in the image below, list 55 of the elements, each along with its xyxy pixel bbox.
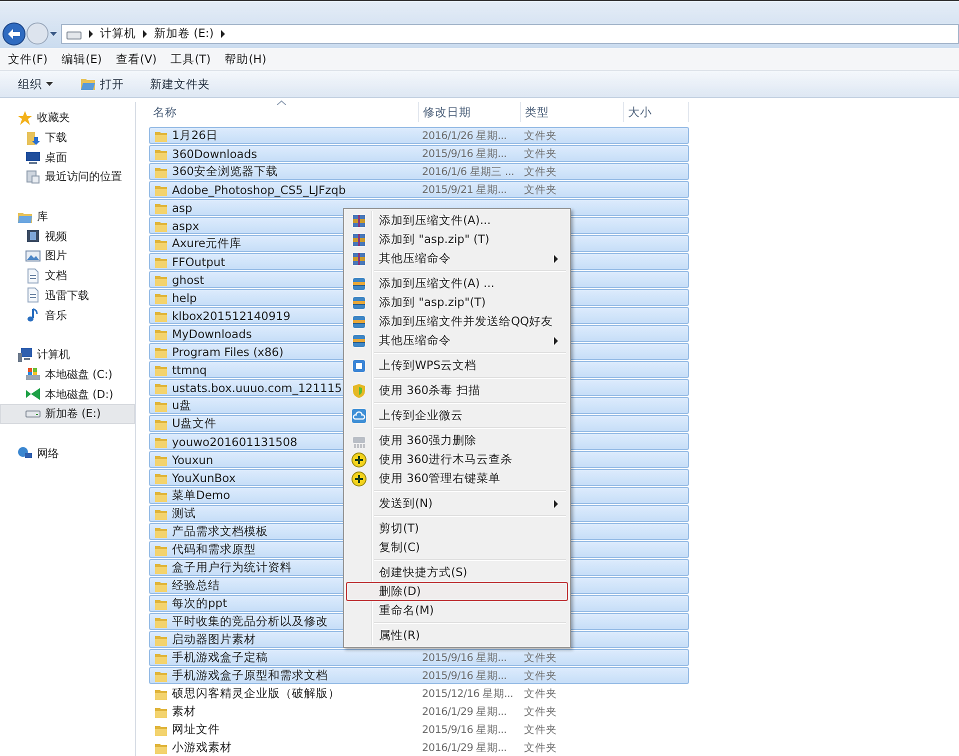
file-date: 2016/1/26 星期... [421,130,507,142]
file-name: ghost [172,272,204,286]
file-name: 1月26日 [172,128,218,143]
file-name: Axure元件库 [172,236,242,251]
file-name: 代码和需求原型 [172,542,256,557]
file-name: youwo201601131508 [172,434,298,448]
file-date: 2015/9/16 星期... [421,670,507,682]
file-name: 测试 [172,506,196,521]
file-name: U盘文件 [172,416,216,431]
file-date: 2015/9/16 星期... [421,652,507,664]
file-date: 2016/1/6 星期三 ... [421,166,514,178]
file-name: 每次的ppt [172,596,228,611]
file-name: aspx [172,218,200,232]
file-name: ttmnq [172,362,207,376]
file-date: 2016/1/29 星期... [421,742,507,754]
file-type: 文件夹 [523,130,557,142]
file-name: klbox201512140919 [172,308,290,322]
file-type: 文件夹 [523,742,557,754]
file-name: 产品需求文档模板 [172,524,268,539]
file-name: 360安全浏览器下载 [172,164,278,179]
file-name: 360Downloads [172,146,258,160]
file-name: 小游戏素材 [172,740,232,755]
file-name: 手机游戏盒子定稿 [172,650,268,665]
file-type: 文件夹 [523,184,557,196]
file-name: 平时收集的竞品分析以及修改 [172,614,328,629]
file-name: 启动器图片素材 [172,632,256,647]
file-date: 2016/1/29 星期... [421,706,507,718]
file-type: 文件夹 [523,166,557,178]
file-date: 2015/12/16 星期... [421,688,514,700]
file-name: Program Files (x86) [172,344,284,358]
file-name: asp [172,200,192,214]
file-name: Adobe_Photoshop_CS5_LJFzqb [172,182,346,196]
file-date: 2015/9/16 星期... [421,148,507,160]
file-date: 2015/9/16 星期... [421,724,507,736]
file-name: Youxun [172,452,214,466]
file-name: 经验总结 [172,578,220,593]
file-name: 手机游戏盒子原型和需求文档 [172,668,328,683]
file-name: YouXunBox [172,470,236,484]
file-name: FFOutput [172,254,226,268]
file-type: 文件夹 [523,706,557,718]
file-date: 2015/9/21 星期... [421,184,507,196]
file-name: u盘 [172,398,192,413]
file-name: 盒子用户行为统计资料 [172,560,292,575]
file-name: MyDownloads [172,326,252,340]
file-type: 文件夹 [523,724,557,736]
file-name: 硕思闪客精灵企业版（破解版） [172,686,340,701]
file-type: 文件夹 [523,148,557,160]
file-name: 网址文件 [172,722,220,737]
file-name: ustats.box.uuuo.com_121115 [172,380,342,394]
file-name: 菜单Demo [172,488,230,503]
file-type: 文件夹 [523,670,557,682]
file-type: 文件夹 [523,652,557,664]
file-name: help [172,290,197,304]
file-type: 文件夹 [523,688,557,700]
file-name: 素材 [172,704,196,719]
